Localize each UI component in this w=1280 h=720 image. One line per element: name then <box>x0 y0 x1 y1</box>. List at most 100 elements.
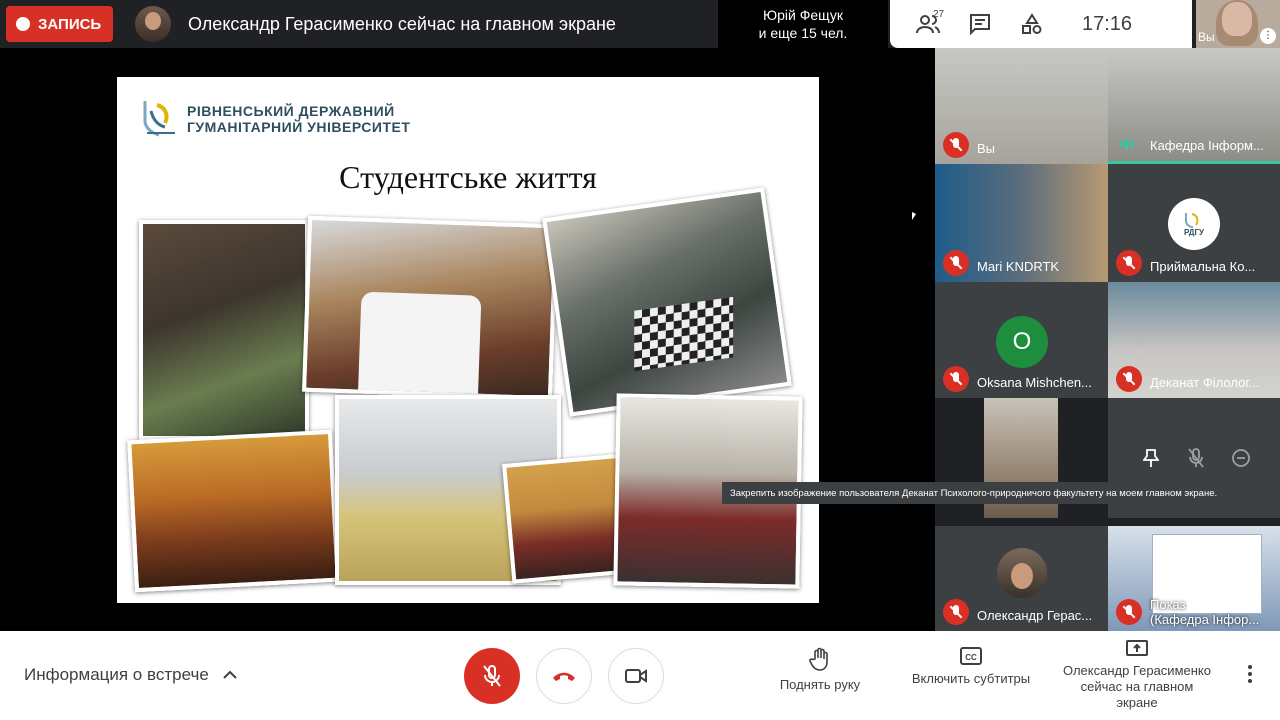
university-name-line2: ГУМАНІТАРНИЙ УНІВЕРСИТЕТ <box>187 119 411 135</box>
university-name-line1: РІВНЕНСЬКИЙ ДЕРЖАВНИЙ <box>187 103 395 119</box>
chat-button[interactable] <box>954 0 1006 48</box>
university-logo-icon <box>143 101 175 137</box>
avatar-text: РДГУ <box>1183 227 1205 237</box>
university-name: РІВНЕНСЬКИЙ ДЕРЖАВНИЙ ГУМАНІТАРНИЙ УНІВЕ… <box>187 103 410 135</box>
presenter-avatar <box>135 6 171 42</box>
presenter-title: Олександр Герасименко сейчас на главном … <box>188 14 616 34</box>
viewers-name: Юрій Фещук <box>763 7 843 23</box>
meet-window: ЗАПИСЬ Олександр Герасименко сейчас на г… <box>0 0 1280 720</box>
avatar: РДГУ <box>1168 198 1220 250</box>
more-icon[interactable]: ⋮ <box>1260 28 1276 44</box>
camera-icon <box>625 669 647 683</box>
tshirt-shape <box>357 291 482 400</box>
chat-icon <box>970 14 990 35</box>
mic-off-icon <box>943 599 969 625</box>
camera-toggle-button[interactable] <box>608 648 664 704</box>
photo-checkers-game <box>542 187 792 417</box>
presenting-status-button[interactable]: Олександр Герасименко сейчас на главном … <box>1054 639 1220 711</box>
captions-button[interactable]: CC Включить субтитры <box>902 647 1040 686</box>
participant-name: Вы <box>977 141 996 156</box>
participant-name: Приймальна Ко... <box>1150 259 1256 274</box>
end-call-button[interactable] <box>536 648 592 704</box>
participants-count: 27 <box>933 9 945 20</box>
participant-name: Mari KNDRTK <box>977 259 1060 274</box>
participant-tile[interactable]: Олександр Герас... <box>935 526 1108 631</box>
avatar-letter: O <box>1012 328 1032 355</box>
raise-hand-button[interactable]: Поднять руку <box>768 647 872 692</box>
avatar-face <box>1011 563 1033 589</box>
participant-tile[interactable]: РДГУ Приймальна Ко... <box>1108 164 1280 282</box>
top-controls: 27 17:16 <box>890 0 1192 48</box>
pin-button[interactable] <box>1133 440 1169 476</box>
mic-off-icon <box>1116 250 1142 276</box>
shapes-icon <box>1022 13 1042 34</box>
self-label: Вы <box>1198 30 1215 44</box>
hang-up-icon <box>553 672 575 681</box>
presentation-tile[interactable]: Показ (Кафедра Інфор... <box>1108 526 1280 631</box>
mic-off-icon <box>1188 448 1204 468</box>
more-options-icon[interactable] <box>1240 665 1260 689</box>
self-face <box>1222 2 1252 36</box>
presenting-line1: Олександр Герасименко <box>1063 663 1211 678</box>
speaking-icon <box>1120 137 1138 151</box>
pin-icon <box>1142 449 1159 467</box>
record-dot-icon <box>16 17 30 31</box>
pin-tooltip: Закрепить изображение пользователя Декан… <box>722 482 1264 504</box>
participant-name: Деканат Філолог... <box>1150 375 1260 390</box>
participant-tile[interactable]: Вы <box>935 48 1108 164</box>
captions-icon: CC <box>960 647 982 665</box>
viewers-indicator[interactable]: Юрій Фещук и еще 15 чел. <box>718 0 888 48</box>
photo-stage-performance <box>127 429 340 593</box>
mute-participant-button[interactable] <box>1178 440 1214 476</box>
hand-icon <box>809 647 828 671</box>
participant-tile[interactable]: Кафедра Інформ... <box>1108 48 1280 164</box>
remove-participant-button[interactable] <box>1223 440 1259 476</box>
photo-group-outdoors <box>139 220 309 440</box>
slide-title: Студентське життя <box>339 159 597 195</box>
chevron-up-icon <box>223 670 237 679</box>
recording-badge[interactable]: ЗАПИСЬ <box>6 6 114 42</box>
presenting-line2: сейчас на главном <box>1080 679 1194 694</box>
participant-tile[interactable]: Mari KNDRTK <box>935 164 1108 282</box>
present-screen-icon <box>1126 640 1148 656</box>
self-preview[interactable]: Вы ⋮ <box>1196 0 1280 48</box>
mic-off-icon <box>943 132 969 158</box>
avatar <box>997 548 1047 598</box>
clock: 17:16 <box>1082 12 1133 35</box>
participant-name-line1: Показ <box>1150 597 1186 612</box>
svg-text:CC: CC <box>965 653 977 662</box>
main-stage: РІВНЕНСЬКИЙ ДЕРЖАВНИЙ ГУМАНІТАРНИЙ УНІВЕ… <box>0 48 935 631</box>
participants-button[interactable]: 27 <box>902 0 954 48</box>
mic-off-icon <box>1116 599 1142 625</box>
university-logo-icon <box>1185 212 1199 228</box>
participant-name: Показ (Кафедра Інфор... <box>1150 597 1259 627</box>
participant-name: Олександр Герас... <box>977 608 1093 623</box>
photo-students-tshirt <box>302 215 558 401</box>
avatar: O <box>996 316 1048 368</box>
recording-label: ЗАПИСЬ <box>38 15 102 33</box>
mouse-cursor-icon <box>912 212 916 220</box>
minus-circle-icon <box>1232 449 1251 467</box>
microphone-toggle-button[interactable] <box>464 648 520 704</box>
tile-hover-controls <box>1128 436 1264 480</box>
mic-off-icon <box>483 665 501 687</box>
activities-button[interactable] <box>1006 0 1058 48</box>
presenting-line3: экране <box>1116 695 1158 710</box>
participant-tile[interactable]: O Oksana Mishchen... <box>935 282 1108 398</box>
mic-off-icon <box>943 250 969 276</box>
mic-off-icon <box>1116 366 1142 392</box>
participant-name: Oksana Mishchen... <box>977 375 1092 390</box>
checkerboard-shape <box>634 296 734 372</box>
presentation-slide: РІВНЕНСЬКИЙ ДЕРЖАВНИЙ ГУМАНІТАРНИЙ УНІВЕ… <box>117 77 819 603</box>
raise-hand-label: Поднять руку <box>779 677 861 692</box>
participant-tile[interactable]: Деканат Філолог... <box>1108 282 1280 398</box>
meeting-info-label: Информация о встрече <box>24 665 209 684</box>
viewers-count: и еще 15 чел. <box>758 25 848 41</box>
mic-off-icon <box>943 366 969 392</box>
captions-label: Включить субтитры <box>911 671 1031 686</box>
participant-name: Кафедра Інформ... <box>1150 138 1264 153</box>
participant-name-line2: (Кафедра Інфор... <box>1150 612 1260 627</box>
bottom-toolbar: Информация о встрече Поднять руку CC Вкл… <box>0 631 1280 720</box>
meeting-info-button[interactable]: Информация о встрече <box>24 665 237 685</box>
presenting-status-label: Олександр Герасименко сейчас на главном … <box>1063 663 1211 711</box>
